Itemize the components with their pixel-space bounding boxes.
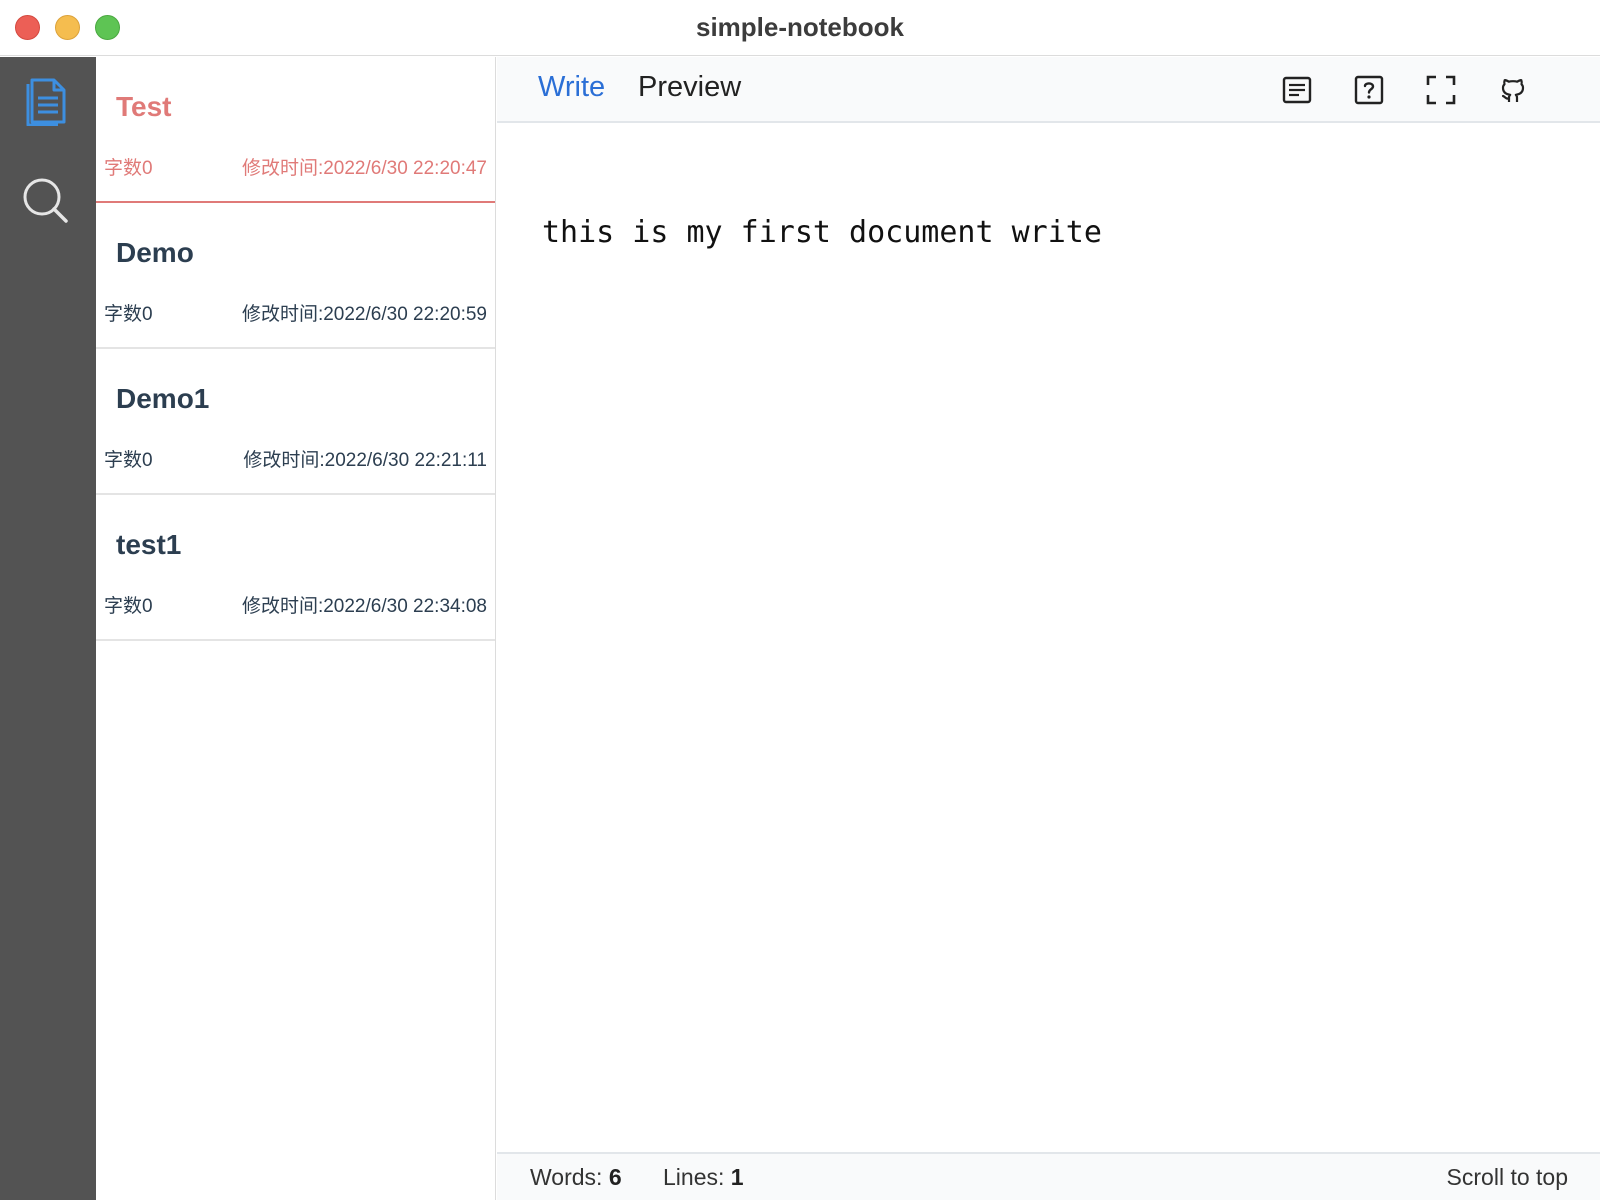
editor-content[interactable]: this is my first document write <box>542 215 1102 250</box>
note-word-count: 字数0 <box>104 450 153 471</box>
toc-icon <box>1282 76 1312 104</box>
note-item[interactable]: Demo 字数0 修改时间:2022/6/30 22:20:59 <box>96 203 495 349</box>
tab-preview[interactable]: Preview <box>638 71 741 104</box>
help-button[interactable] <box>1352 73 1386 107</box>
search-button[interactable] <box>20 175 72 227</box>
documents-button[interactable] <box>20 75 72 127</box>
note-title: Demo <box>116 237 194 268</box>
title-bar: simple-notebook <box>0 0 1600 56</box>
note-list: Test 字数0 修改时间:2022/6/30 22:20:47 Demo 字数… <box>96 57 496 1200</box>
note-word-count: 字数0 <box>104 304 153 325</box>
lines-value: 1 <box>730 1164 744 1190</box>
fullscreen-icon <box>1426 75 1456 105</box>
tab-write[interactable]: Write <box>538 71 605 104</box>
note-item[interactable]: test1 字数0 修改时间:2022/6/30 22:34:08 <box>96 495 495 641</box>
github-button[interactable] <box>1496 73 1530 107</box>
toc-button[interactable] <box>1280 73 1314 107</box>
help-icon <box>1354 75 1384 105</box>
note-modified-time: 修改时间:2022/6/30 22:21:11 <box>243 450 487 471</box>
note-item[interactable]: Demo1 字数0 修改时间:2022/6/30 22:21:11 <box>96 349 495 495</box>
note-word-count: 字数0 <box>104 158 153 179</box>
github-icon <box>1501 79 1525 102</box>
note-item[interactable]: Test 字数0 修改时间:2022/6/30 22:20:47 <box>96 57 495 203</box>
note-word-count: 字数0 <box>104 596 153 617</box>
note-modified-time: 修改时间:2022/6/30 22:20:59 <box>241 304 487 325</box>
editor-textarea[interactable]: this is my first document write <box>497 123 1600 1200</box>
editor-toolbar: Write Preview <box>497 57 1600 123</box>
words-value: 6 <box>608 1164 622 1190</box>
fullscreen-button[interactable] <box>1424 73 1458 107</box>
words-label: Words: <box>530 1164 609 1190</box>
note-modified-time: 修改时间:2022/6/30 22:34:08 <box>241 596 487 617</box>
window-title: simple-notebook <box>695 12 904 42</box>
note-title: Demo1 <box>116 383 210 414</box>
lines-label: Lines: <box>663 1164 731 1190</box>
app-window: simple-notebook Test 字数0 修改时间:2022/6/30 … <box>0 0 1600 1200</box>
word-count-status: Words: 6 <box>530 1164 622 1191</box>
status-bar: Words: 6 Lines: 1 Scroll to top <box>497 1152 1600 1200</box>
icon-sidebar <box>0 57 96 1200</box>
line-count-status: Lines: 1 <box>663 1164 744 1191</box>
search-icon <box>23 178 68 223</box>
scroll-to-top-button[interactable]: Scroll to top <box>1447 1164 1568 1191</box>
note-modified-time: 修改时间:2022/6/30 22:20:47 <box>241 158 487 179</box>
note-title: Test <box>116 91 172 122</box>
editor-panel: Write Preview this is my first document … <box>497 57 1600 1200</box>
document-icon <box>26 78 66 126</box>
note-title: test1 <box>116 529 182 560</box>
